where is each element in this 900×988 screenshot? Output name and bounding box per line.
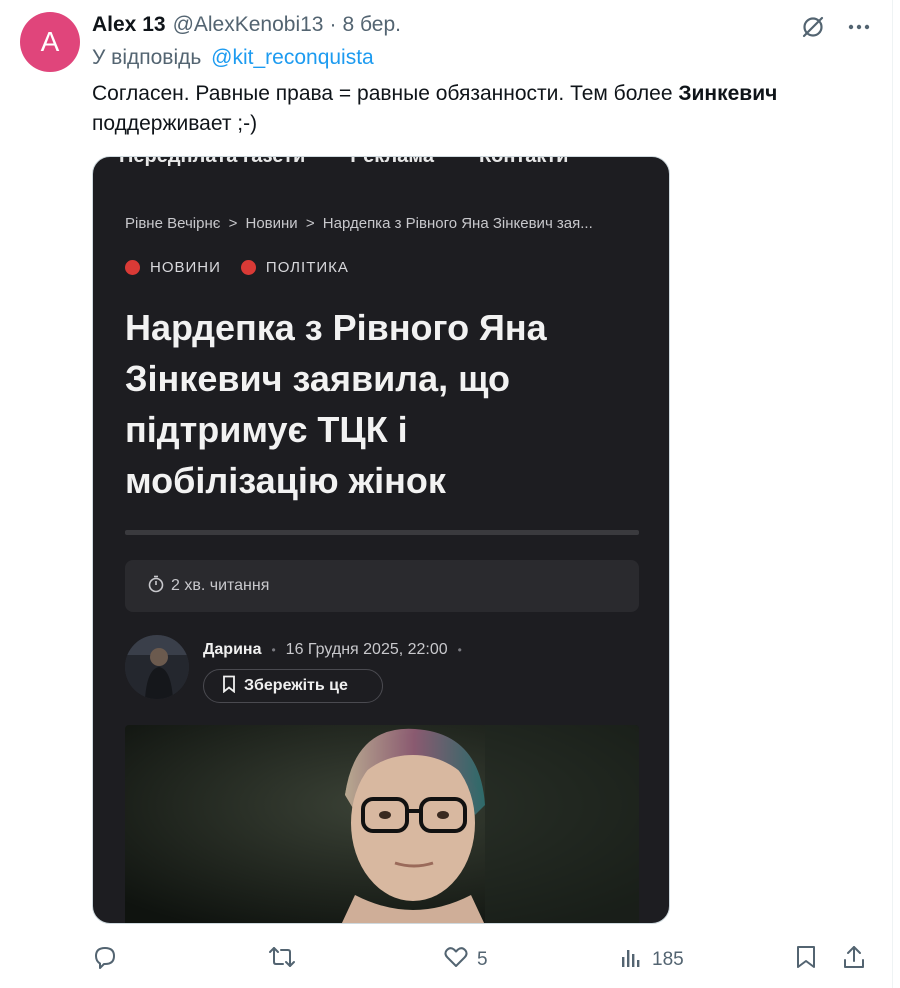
divider <box>125 530 639 535</box>
tweet-media-screenshot[interactable]: Передплата газети Реклама Контакти Рівне… <box>92 156 670 924</box>
breadcrumb-separator: > <box>228 215 238 232</box>
author-avatar <box>125 635 189 699</box>
save-label: Збережіть це <box>244 677 348 694</box>
breadcrumb-item: Нардепка з Рівного Яна Зінкевич зая... <box>322 215 593 232</box>
retweet-icon <box>268 944 296 976</box>
author-line: Дарина • 16 Грудня 2025, 22:00 • <box>203 641 462 659</box>
reply-button[interactable] <box>92 940 126 980</box>
tweet-text-part2: поддерживает ;-) <box>92 112 258 135</box>
heart-icon <box>443 945 469 975</box>
display-name[interactable]: Alex 13 <box>92 13 166 37</box>
publish-date: 16 Грудня 2025, 22:00 <box>285 641 448 658</box>
read-time-box: 2 хв. читання <box>125 560 639 612</box>
share-icon <box>842 944 866 976</box>
nav-item-subscription: Передплата газети <box>119 156 306 167</box>
tweet-text-part1: Согласен. Равные права = равные обязанно… <box>92 82 679 105</box>
avatar[interactable]: A <box>20 12 80 72</box>
tweet-text-bold: Зинкевич <box>678 82 778 105</box>
tweet-header: Alex 13 @AlexKenobi13 · 8 бер. <box>92 10 401 40</box>
bookmark-icon <box>222 675 236 698</box>
article-tags: НОВИНИ ПОЛІТИКА <box>125 259 349 276</box>
tag-label: ПОЛІТИКА <box>265 259 349 276</box>
views-button[interactable]: 185 <box>620 940 684 980</box>
nav-item-contacts: Контакти <box>478 156 569 167</box>
article-photo <box>125 725 639 923</box>
separator-dot: · <box>329 13 337 36</box>
tag-label: НОВИНИ <box>150 259 221 276</box>
replying-to: У відповідь @kit_reconquista <box>92 46 374 70</box>
tweet-date[interactable]: 8 бер. <box>342 13 401 37</box>
avatar-letter: A <box>40 26 60 57</box>
replying-to-label: У відповідь <box>92 46 202 69</box>
separator-dot: • <box>271 643 276 657</box>
author-name: Дарина <box>203 641 262 658</box>
tag-bullet <box>125 260 140 275</box>
stopwatch-icon <box>147 575 165 598</box>
like-button[interactable]: 5 <box>443 940 488 980</box>
share-button[interactable] <box>842 940 866 980</box>
tweet-actions: 5 185 <box>0 940 892 980</box>
views-count: 185 <box>652 949 684 970</box>
replying-to-mention[interactable]: @kit_reconquista <box>211 46 374 69</box>
reply-icon <box>92 944 118 976</box>
header-actions <box>796 12 876 42</box>
more-icon[interactable] <box>842 12 876 42</box>
nav-item-ads: Реклама <box>350 156 434 167</box>
separator-dot: • <box>457 643 462 657</box>
breadcrumb: Рівне Вечірнє > Новини > Нардепка з Рівн… <box>125 215 597 232</box>
tag-news: НОВИНИ <box>125 259 221 276</box>
user-handle[interactable]: @AlexKenobi13 <box>173 13 324 37</box>
save-article-button: Збережіть це <box>203 669 383 703</box>
bookmark-button[interactable] <box>794 940 818 980</box>
analytics-icon <box>620 945 644 975</box>
tag-politics: ПОЛІТИКА <box>240 259 349 276</box>
tweet-text: Согласен. Равные права = равные обязанно… <box>92 79 882 139</box>
retweet-button[interactable] <box>268 940 304 980</box>
breadcrumb-item: Рівне Вечірнє <box>125 215 221 232</box>
bookmark-icon <box>794 944 818 976</box>
column-border <box>892 0 893 988</box>
breadcrumb-separator: > <box>305 215 315 232</box>
breadcrumb-item: Новини <box>245 215 298 232</box>
grok-icon[interactable] <box>796 12 830 42</box>
read-time: 2 хв. читання <box>171 577 270 594</box>
tag-bullet <box>240 260 256 275</box>
like-count: 5 <box>477 949 488 970</box>
site-nav: Передплата газети Реклама Контакти <box>93 156 669 171</box>
article-headline: Нардепка з Рівного Яна Зінкевич заявила,… <box>125 307 547 501</box>
